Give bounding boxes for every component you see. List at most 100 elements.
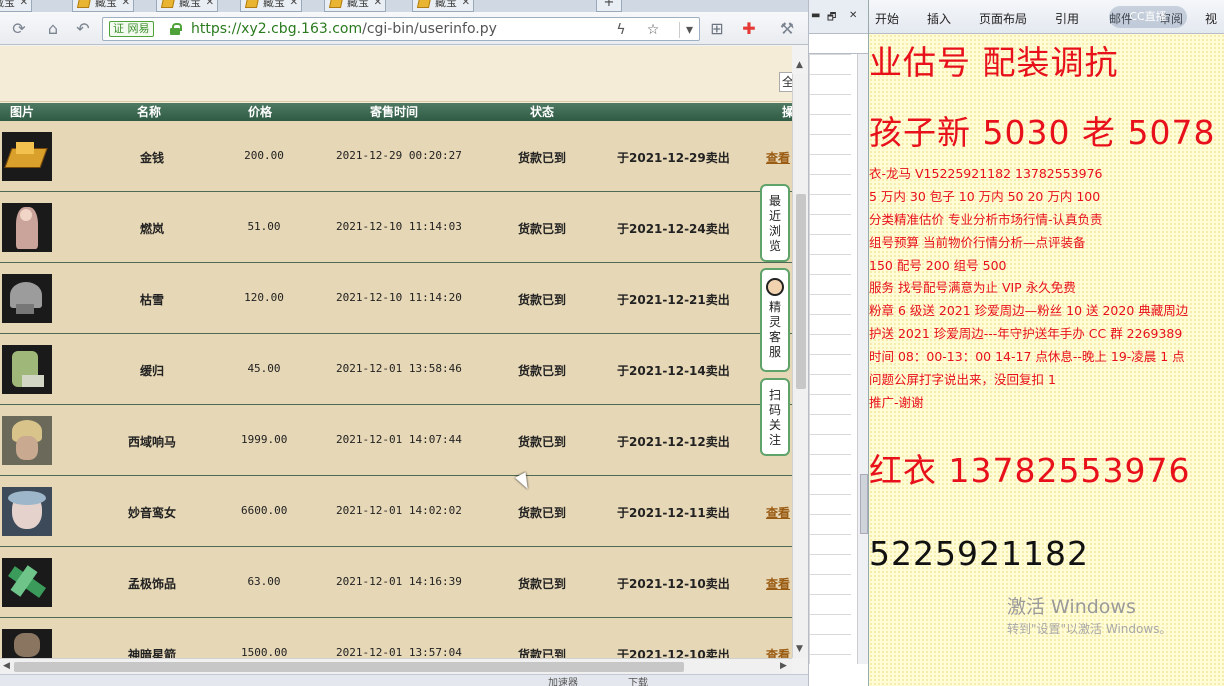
item-price: 1999.00 — [241, 433, 288, 446]
document-body[interactable]: 业估号 配装调抗 孩子新 5030 老 5078 衣-龙马 V152259211… — [869, 34, 1224, 686]
close-tab-icon[interactable]: ✕ — [374, 0, 382, 11]
item-price: 63.00 — [247, 575, 281, 588]
scroll-thumb[interactable] — [14, 662, 684, 672]
lightning-icon[interactable]: ϟ — [611, 22, 631, 38]
item-sold-date: 于2021-12-14卖出 — [617, 364, 730, 378]
star-icon[interactable]: ☆ — [643, 22, 663, 38]
service-panel[interactable]: 精灵客服 — [760, 268, 790, 372]
doc-line: 分类精准估价 专业分析市场行情-认真负责 — [869, 212, 1103, 227]
item-name: 燃岚 — [139, 222, 164, 236]
browser-tab[interactable]: 藏宝✕ — [0, 0, 32, 12]
doc-line: 5 万内 30 包子 10 万内 50 20 万内 100 — [869, 189, 1101, 204]
new-tab-button[interactable]: + — [596, 0, 622, 12]
browser-tab[interactable]: 藏宝✕ — [240, 0, 302, 12]
item-thumbnail[interactable] — [2, 629, 52, 658]
item-sold-date: 于2021-12-10卖出 — [617, 648, 730, 658]
item-name: 妙音鸾女 — [127, 506, 176, 520]
minimize-icon[interactable]: ▬ — [811, 10, 820, 21]
scroll-right-icon[interactable]: ▶ — [780, 661, 787, 671]
chevron-down-icon[interactable]: ▾ — [679, 22, 699, 38]
tab-view[interactable]: 视 — [1205, 10, 1217, 27]
view-link[interactable]: 查看 — [766, 149, 790, 166]
gamepad-icon[interactable]: ✚ — [738, 18, 760, 40]
item-status: 货款已到 — [518, 151, 567, 165]
follow-qr-label: 扫码关注 — [768, 388, 781, 447]
item-thumbnail[interactable] — [2, 132, 52, 181]
view-link[interactable]: 查看 — [766, 575, 790, 592]
doc-line: 问题公屏打字说出来，没回复扣 1 — [869, 372, 1056, 387]
spreadsheet-scrollbar[interactable] — [857, 54, 868, 664]
refresh-icon[interactable]: ⟳ — [8, 18, 30, 40]
item-name: 枯雪 — [139, 293, 164, 307]
close-tab-icon[interactable]: ✕ — [462, 0, 470, 11]
close-tab-icon[interactable]: ✕ — [290, 0, 298, 11]
select-all-button[interactable]: 全 — [779, 72, 792, 92]
browser-tab[interactable]: 藏宝✕ — [412, 0, 474, 12]
browser-tab[interactable]: 藏宝✕ — [156, 0, 218, 12]
address-bar[interactable]: 证 网易 https://xy2.cbg.163.com/cgi-bin/use… — [102, 17, 700, 41]
doc-line: 孩子新 5030 老 5078 — [869, 113, 1216, 152]
table-row: 缓归 45.00 2021-12-01 13:58:46 货款已到 于2021-… — [0, 334, 792, 405]
cert-badge[interactable]: 证 网易 — [109, 21, 154, 37]
item-listed-time: 2021-12-10 11:14:20 — [336, 291, 462, 304]
page-vertical-scrollbar[interactable]: ▲ ▼ — [792, 60, 808, 658]
item-price: 120.00 — [244, 291, 284, 304]
item-thumbnail[interactable] — [2, 345, 52, 394]
recent-views-panel[interactable]: 最近浏览 — [760, 184, 790, 262]
page-horizontal-scrollbar[interactable]: ◀ ▶ — [0, 658, 792, 674]
game-favicon-icon — [160, 0, 176, 8]
spreadsheet-toolbar: ▬ 🗗 ✕ — [809, 0, 868, 34]
doc-line: 服务 找号配号满意为止 VIP 永久免费 — [869, 280, 1076, 295]
item-name: 金钱 — [139, 151, 164, 165]
close-tab-icon[interactable]: ✕ — [122, 0, 130, 11]
tab-layout[interactable]: 页面布局 — [979, 10, 1027, 27]
col-header-status: 状态 — [530, 105, 555, 119]
restore-icon[interactable]: 🗗 — [827, 10, 836, 27]
item-sold-date: 于2021-12-29卖出 — [617, 151, 730, 165]
download-label[interactable]: 下载 — [628, 674, 648, 686]
view-link[interactable]: 查看 — [766, 504, 790, 521]
wrench-icon[interactable]: ⚒ — [776, 18, 798, 40]
close-icon[interactable]: ✕ — [849, 10, 857, 21]
game-favicon-icon — [244, 0, 260, 8]
item-thumbnail[interactable] — [2, 416, 52, 465]
scroll-left-icon[interactable]: ◀ — [3, 661, 10, 671]
item-thumbnail[interactable] — [2, 558, 52, 607]
scroll-down-icon[interactable]: ▼ — [796, 644, 803, 654]
scroll-up-icon[interactable]: ▲ — [796, 60, 803, 70]
undo-close-icon[interactable]: ↶ — [72, 18, 94, 40]
table-row: 西域响马 1999.00 2021-12-01 14:07:44 货款已到 于2… — [0, 405, 792, 476]
spreadsheet-grid[interactable] — [809, 54, 851, 664]
item-thumbnail[interactable] — [2, 203, 52, 252]
item-listed-time: 2021-12-01 14:02:02 — [336, 504, 462, 517]
scroll-thumb[interactable] — [796, 194, 806, 389]
scroll-thumb[interactable] — [860, 474, 868, 534]
col-header-price: 价格 — [248, 105, 273, 119]
item-sold-date: 于2021-12-12卖出 — [617, 435, 730, 449]
view-link[interactable]: 查看 — [766, 646, 790, 658]
tab-references[interactable]: 引用 — [1055, 10, 1079, 27]
browser-tab[interactable]: 藏宝✕ — [324, 0, 386, 12]
doc-line: 推广-谢谢 — [869, 395, 924, 410]
stream-watermark-logo: CC直播 — [1109, 6, 1187, 28]
item-price: 1500.00 — [241, 646, 288, 658]
item-name: 神暗星箭 — [127, 648, 176, 658]
formula-bar[interactable] — [809, 34, 868, 54]
item-thumbnail[interactable] — [2, 487, 52, 536]
close-tab-icon[interactable]: ✕ — [206, 0, 214, 11]
tab-bar: 藏宝✕ 藏宝✕ 藏宝✕ 藏宝✕ 藏宝✕ 藏宝✕ + — [0, 0, 808, 12]
item-thumbnail[interactable] — [2, 274, 52, 323]
follow-qr-panel[interactable]: 扫码关注 — [760, 378, 790, 456]
home-icon[interactable]: ⌂ — [42, 18, 64, 40]
game-favicon-icon — [416, 0, 432, 8]
apps-grid-icon[interactable]: ⊞ — [706, 18, 728, 40]
browser-tab[interactable]: 藏宝✕ — [72, 0, 134, 12]
accelerator-label[interactable]: 加速器 — [548, 674, 578, 686]
item-status: 货款已到 — [518, 293, 567, 307]
tab-home[interactable]: 开始 — [875, 10, 899, 27]
tab-insert[interactable]: 插入 — [927, 10, 951, 27]
close-tab-icon[interactable]: ✕ — [20, 0, 28, 11]
url-text[interactable]: https://xy2.cbg.163.com/cgi-bin/userinfo… — [191, 21, 497, 37]
col-header-image: 图片 — [10, 105, 35, 119]
col-header-action: 操 — [782, 105, 792, 119]
